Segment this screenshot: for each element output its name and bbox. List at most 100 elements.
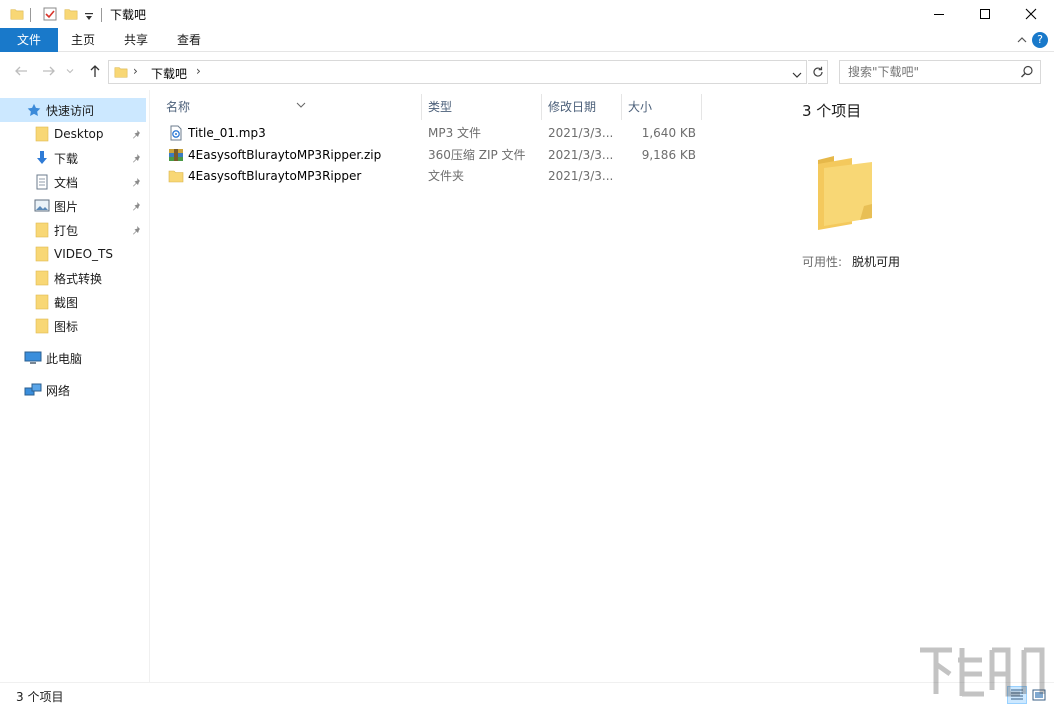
sort-chevron-icon [296,91,306,117]
file-name: 4EasysoftBluraytoMP3Ripper [188,169,362,183]
sidebar-item-label: 格式转换 [54,271,103,286]
folder-icon [34,318,50,334]
recent-locations-chevron-icon[interactable] [64,62,76,80]
folder-icon [34,246,50,262]
file-date: 2021/3/3... [548,148,614,162]
back-arrow-icon[interactable] [12,62,30,80]
quick-access-folder-icon[interactable] [10,5,24,23]
pin-icon [132,176,142,190]
sidebar-item-label: 打包 [54,223,79,238]
column-header-name[interactable]: 名称 [160,94,422,120]
sidebar-item-this-pc[interactable]: 此电脑 [0,346,146,370]
tab-share[interactable]: 共享 [110,28,162,52]
file-type: 360压缩 ZIP 文件 [428,148,526,162]
folder-icon [34,270,50,286]
computer-icon [24,350,42,366]
sidebar-item-label: 图片 [54,199,79,214]
pin-icon [132,224,142,238]
table-row[interactable]: 4EasysoftBluraytoMP3Ripper 文件夹 2021/3/3.… [166,166,710,187]
sidebar-item-label: 图标 [54,319,79,334]
sidebar-item-label: 快速访问 [46,103,95,118]
sidebar-item-label: 网络 [46,383,71,398]
file-name: Title_01.mp3 [188,126,266,140]
column-header-type[interactable]: 类型 [422,94,542,120]
navigation-pane: 快速访问 Desktop 下载 文档 图片 打包 VIDEO_TS 格式转换 截… [0,90,150,682]
sidebar-item-network[interactable]: 网络 [0,378,146,402]
sidebar-item-quick-access[interactable]: 快速访问 [0,98,146,122]
watermark-logo-icon [916,640,1046,707]
address-row: › 下载吧 › [0,52,1054,90]
sidebar-item-label: 下载 [54,151,79,166]
customize-toolbar-icon[interactable] [84,8,94,26]
file-size: 1,640 KB [641,126,696,140]
pin-icon [132,152,142,166]
sidebar-item-video-ts[interactable]: VIDEO_TS [0,242,146,266]
folder-icon [34,126,50,142]
table-row[interactable]: Title_01.mp3 MP3 文件 2021/3/3... 1,640 KB [166,123,710,144]
sidebar-item-label: 截图 [54,295,79,310]
pin-icon [132,200,142,214]
sidebar-item-screenshots[interactable]: 截图 [0,290,146,314]
file-size: 9,186 KB [641,148,696,162]
sidebar-item-pictures[interactable]: 图片 [0,194,146,218]
column-header-size[interactable]: 大小 [622,94,702,120]
column-header-date[interactable]: 修改日期 [542,94,622,120]
sidebar-item-documents[interactable]: 文档 [0,170,146,194]
folder-icon [34,222,50,238]
file-type: 文件夹 [428,169,465,183]
status-bar: 3 个项目 [0,682,1054,707]
sidebar-item-label: Desktop [54,127,104,141]
download-arrow-icon [34,150,50,166]
sidebar-item-label: VIDEO_TS [54,247,113,261]
sidebar-item-label: 文档 [54,175,79,190]
tab-file[interactable]: 文件 [0,28,58,52]
help-icon[interactable]: ? [1032,32,1048,48]
title-bar: 下载吧 [0,0,1054,28]
properties-icon[interactable] [42,5,58,23]
window-title: 下载吧 [110,8,147,22]
up-arrow-icon[interactable] [86,62,104,80]
breadcrumb-separator-icon[interactable]: › [196,64,201,78]
tab-home[interactable]: 主页 [58,28,108,52]
close-button[interactable] [1008,0,1054,28]
large-folder-icon [816,154,876,235]
expand-ribbon-chevron-icon[interactable] [1016,34,1028,49]
ribbon-tabs: 文件 主页 共享 查看 ? [0,28,1054,52]
maximize-button[interactable] [962,0,1008,28]
folder-icon [168,168,184,184]
new-folder-icon[interactable] [64,5,78,23]
status-text: 3 个项目 [16,690,64,704]
pin-icon [132,128,142,142]
search-box[interactable] [839,60,1041,84]
breadcrumb-current[interactable]: 下载吧 [151,65,187,82]
sidebar-item-pack[interactable]: 打包 [0,218,146,242]
details-pane: 3 个项目 可用性: 脱机可用 [778,90,1054,682]
mp3-file-icon [168,125,184,141]
sidebar-item-icons[interactable]: 图标 [0,314,146,338]
refresh-button[interactable] [808,60,828,84]
minimize-button[interactable] [916,0,962,28]
file-date: 2021/3/3... [548,126,614,140]
search-icon[interactable] [1020,65,1034,82]
file-type: MP3 文件 [428,126,482,140]
table-row[interactable]: 4EasysoftBluraytoMP3Ripper.zip 360压缩 ZIP… [166,145,710,166]
sidebar-item-desktop[interactable]: Desktop [0,122,146,146]
zip-archive-icon [168,147,184,163]
document-icon [34,174,50,190]
availability-label: 可用性: [802,255,843,269]
file-date: 2021/3/3... [548,169,614,183]
network-icon [24,382,42,398]
pictures-icon [34,198,50,214]
search-input[interactable] [840,61,1020,83]
sidebar-item-format-convert[interactable]: 格式转换 [0,266,146,290]
address-bar[interactable]: › 下载吧 › [108,60,807,84]
file-name: 4EasysoftBluraytoMP3Ripper.zip [188,148,382,162]
tab-view[interactable]: 查看 [164,28,214,52]
item-count: 3 个项目 [802,102,862,120]
address-history-chevron-icon[interactable] [792,68,802,82]
sidebar-item-label: 此电脑 [46,351,83,366]
star-icon [26,102,42,118]
forward-arrow-icon[interactable] [40,62,58,80]
sidebar-item-downloads[interactable]: 下载 [0,146,146,170]
breadcrumb-separator-icon[interactable]: › [133,64,138,78]
